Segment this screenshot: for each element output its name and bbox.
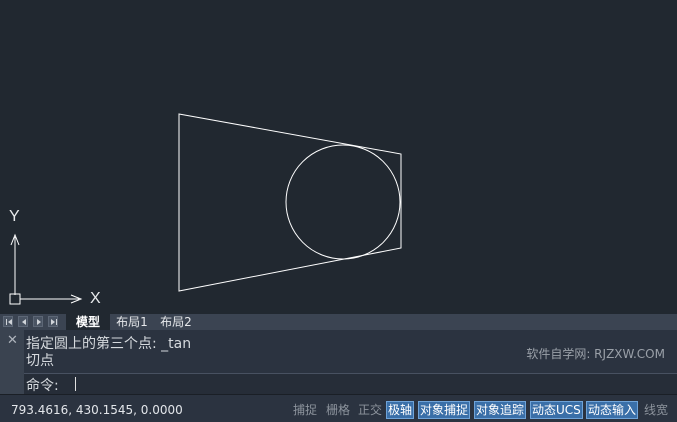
command-prompt: 命令: — [26, 378, 59, 394]
toggle-polar[interactable]: 极轴 — [386, 401, 415, 419]
ucs-icon — [9, 233, 83, 305]
tab-layout1-label: 布局1 — [116, 315, 148, 329]
next-arrow-icon — [37, 319, 41, 325]
prev-arrow-icon — [22, 319, 26, 325]
last-tab-button[interactable] — [48, 316, 58, 327]
trapezoid-shape[interactable] — [178, 113, 402, 292]
tab-layout2-label: 布局2 — [160, 315, 192, 329]
coordinate-readout: 793.4616, 430.1545, 0.0000 — [11, 403, 183, 417]
command-history: 指定圆上的第三个点: _tan 切点 软件自学网: RJZXW.COM — [24, 330, 677, 373]
text-caret — [75, 377, 76, 391]
toggle-grid[interactable]: 栅格 — [325, 401, 351, 419]
toggle-ducs[interactable]: 动态UCS — [530, 401, 583, 419]
first-tab-button[interactable] — [3, 316, 13, 327]
history-line: 切点 — [26, 353, 54, 369]
toggle-dyn[interactable]: 动态输入 — [586, 401, 639, 419]
close-icon[interactable]: ✕ — [7, 334, 18, 347]
layout-tab-bar: 模型 布局1 布局2 — [0, 314, 677, 330]
prev-tab-button[interactable] — [18, 316, 28, 327]
axis-x-label: X — [90, 290, 101, 307]
tab-model[interactable]: 模型 — [66, 314, 110, 330]
status-bar: 793.4616, 430.1545, 0.0000 捕捉 栅格 正交 极轴 对… — [0, 394, 677, 422]
next-tab-button[interactable] — [33, 316, 43, 327]
toggle-lineweight[interactable]: 线宽 — [643, 401, 669, 419]
tab-layout2[interactable]: 布局2 — [156, 314, 196, 330]
toggle-osnap[interactable]: 对象捕捉 — [418, 401, 471, 419]
command-line-panel: ✕ 指定圆上的第三个点: _tan 切点 软件自学网: RJZXW.COM 命令… — [0, 330, 677, 394]
drawing-canvas[interactable]: Y X — [0, 0, 677, 314]
drawing-svg[interactable] — [0, 0, 677, 314]
toggle-ortho[interactable]: 正交 — [357, 401, 383, 419]
axis-y-label: Y — [9, 208, 20, 225]
tab-layout1[interactable]: 布局1 — [112, 314, 152, 330]
command-line-gutter: ✕ — [0, 330, 24, 394]
first-arrow-icon — [6, 319, 12, 325]
toggle-snap[interactable]: 捕捉 — [292, 401, 318, 419]
tab-model-label: 模型 — [75, 315, 100, 329]
command-input[interactable]: 命令: — [24, 373, 677, 394]
tangent-circle[interactable] — [285, 144, 401, 260]
last-arrow-icon — [51, 319, 57, 325]
watermark-text: 软件自学网: RJZXW.COM — [526, 347, 665, 361]
toggle-otrack[interactable]: 对象追踪 — [474, 401, 527, 419]
